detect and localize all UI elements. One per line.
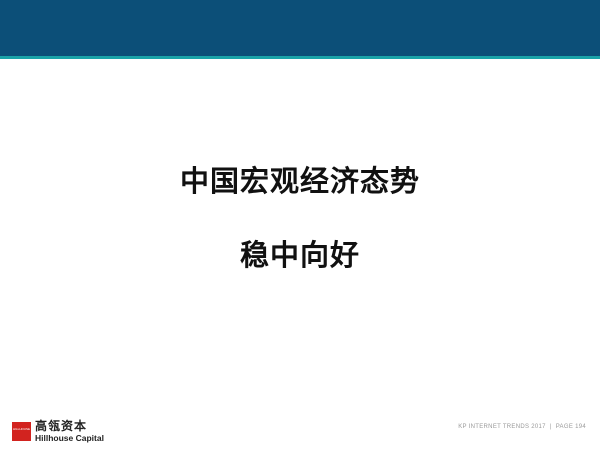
footer-report-name: KP INTERNET TRENDS 2017	[458, 424, 546, 430]
logo-wordmark: 高瓴资本 Hillhouse Capital	[35, 418, 104, 443]
logo-mark-text: HILLHOUSE	[12, 426, 30, 431]
logo-mark: HILLHOUSE	[12, 421, 31, 441]
footer: KP INTERNET TRENDS 2017 | PAGE 194	[458, 424, 586, 430]
slide-title: 中国宏观经济态势	[179, 164, 420, 198]
logo-name-cn: 高瓴资本	[35, 418, 88, 433]
slide-subtitle: 稳中向好	[239, 238, 360, 272]
header-bar	[0, 0, 600, 56]
hillhouse-logo: HILLHOUSE 高瓴资本 Hillhouse Capital	[12, 418, 104, 444]
logo-name-en: Hillhouse Capital	[35, 432, 104, 443]
header-accent-line	[0, 56, 600, 59]
footer-separator: |	[549, 424, 552, 430]
page-number: PAGE 194	[555, 424, 586, 430]
